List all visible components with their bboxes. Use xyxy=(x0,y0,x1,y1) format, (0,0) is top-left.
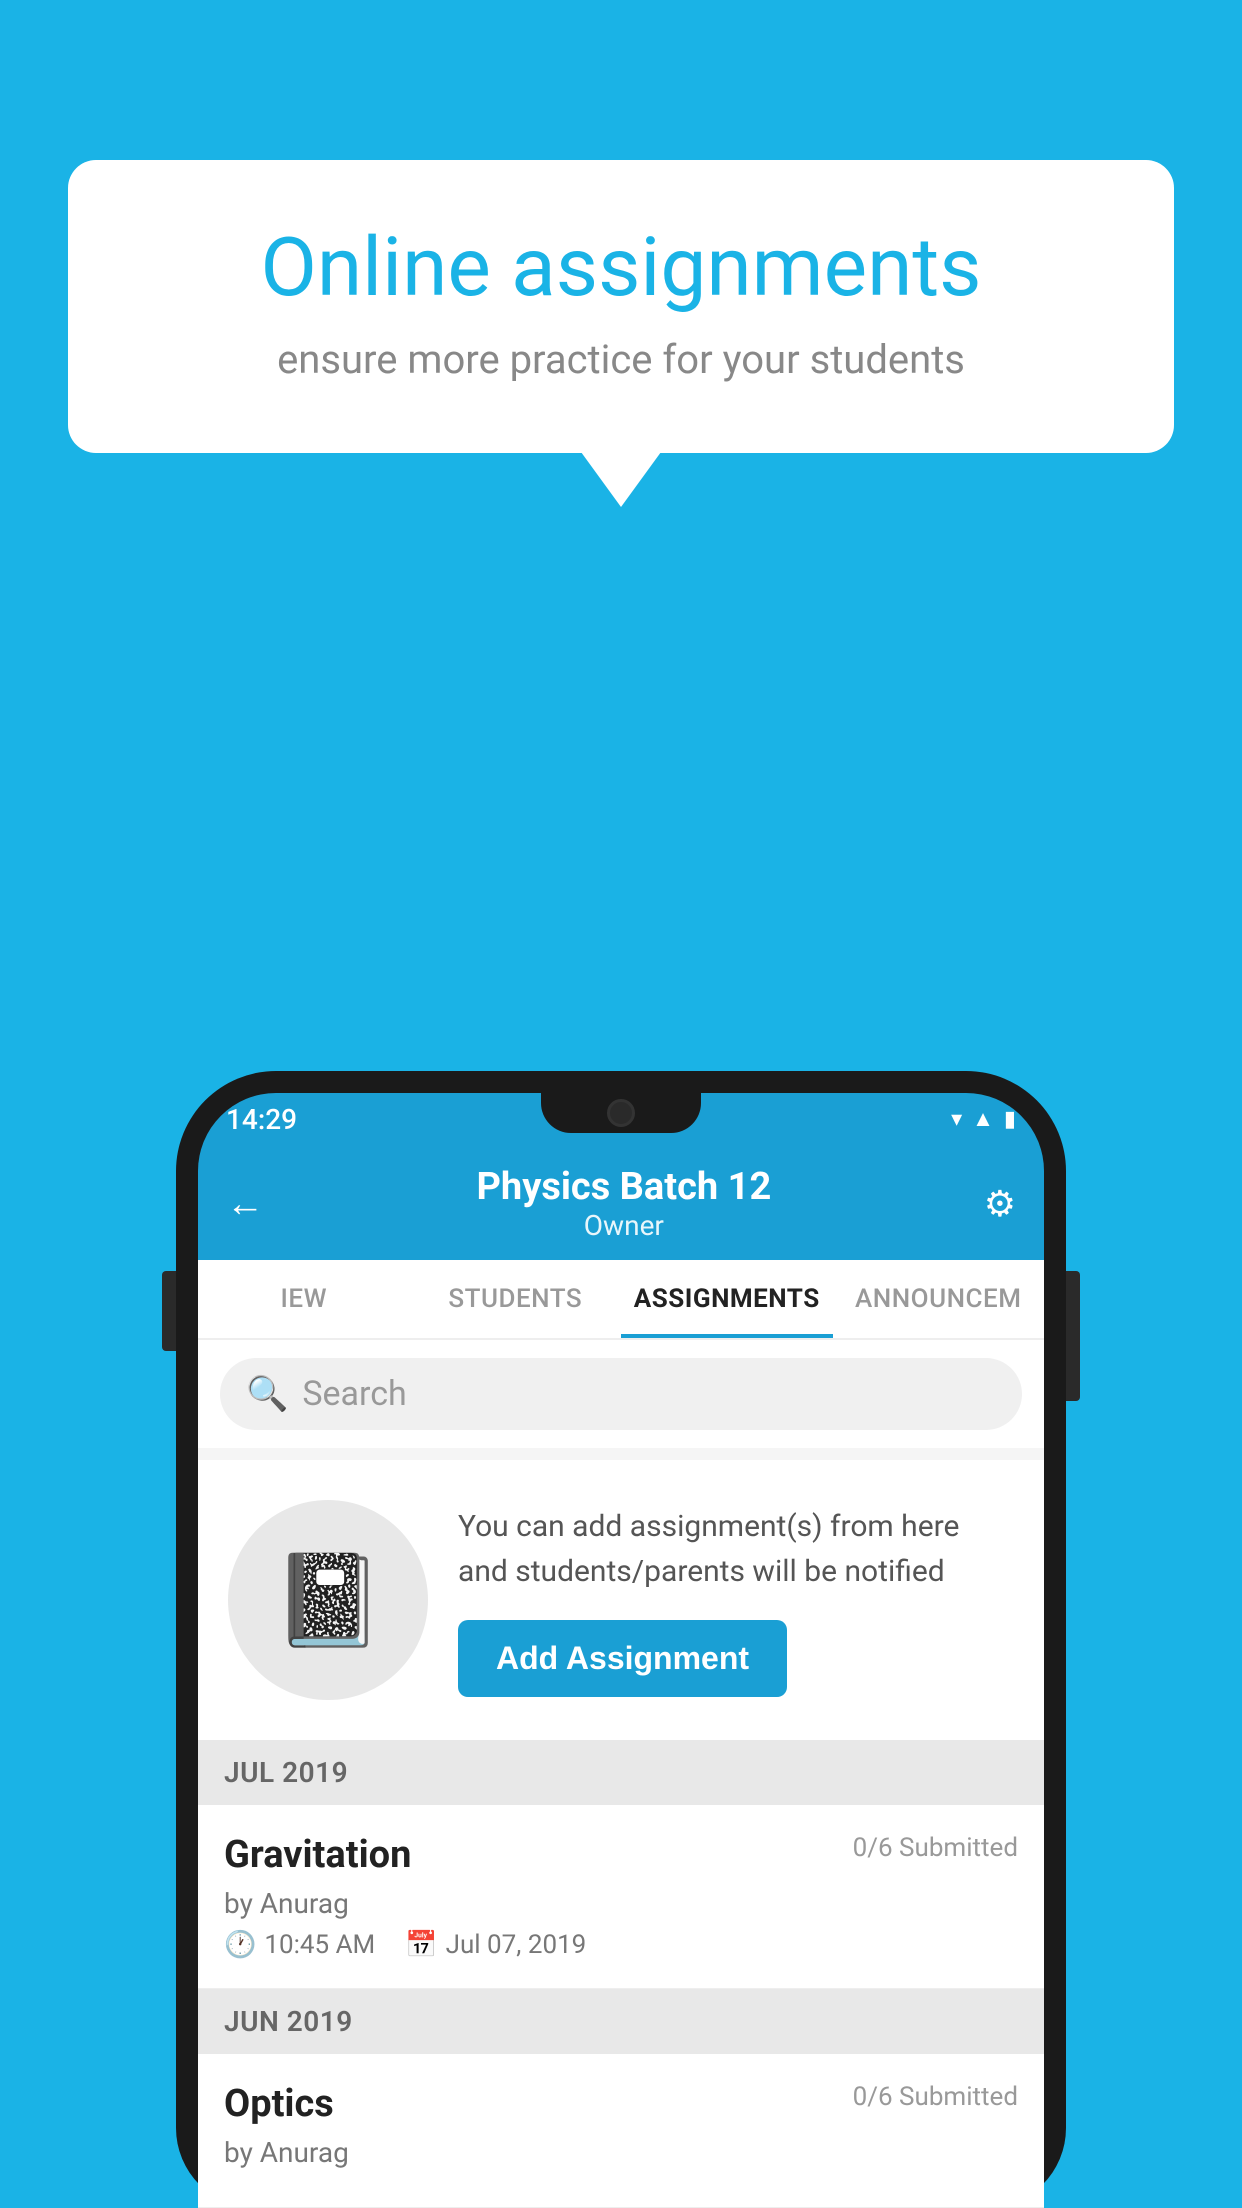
assignment-time-value: 10:45 AM xyxy=(264,1930,375,1960)
clock-icon: 🕐 xyxy=(224,1930,256,1960)
phone-screen: 14:29 ▾ ▲ ▮ ← Physics Batch 12 Owner ⚙ I… xyxy=(198,1093,1044,2208)
assignment-by-optics: by Anurag xyxy=(224,2136,1018,2169)
assignment-submitted-gravitation: 0/6 Submitted xyxy=(853,1833,1018,1863)
tab-assignments[interactable]: ASSIGNMENTS xyxy=(621,1260,833,1338)
settings-button[interactable]: ⚙ xyxy=(984,1183,1016,1225)
add-assignment-button[interactable]: Add Assignment xyxy=(458,1620,787,1697)
assignment-item-optics[interactable]: Optics 0/6 Submitted by Anurag xyxy=(198,2054,1044,2208)
assignment-info: You can add assignment(s) from here and … xyxy=(458,1504,1014,1697)
screen-content: 🔍 Search 📓 You can add assignment(s) fro… xyxy=(198,1340,1044,2208)
search-bar[interactable]: 🔍 Search xyxy=(220,1358,1022,1430)
tab-iew[interactable]: IEW xyxy=(198,1260,410,1338)
bubble-subtitle: ensure more practice for your students xyxy=(138,336,1104,383)
search-placeholder: Search xyxy=(302,1374,406,1414)
assignment-time: 🕐 10:45 AM xyxy=(224,1930,375,1960)
tab-students[interactable]: STUDENTS xyxy=(410,1260,622,1338)
wifi-icon: ▾ xyxy=(951,1107,962,1132)
app-header: ← Physics Batch 12 Owner ⚙ xyxy=(198,1145,1044,1260)
phone-camera xyxy=(607,1099,635,1127)
battery-icon: ▮ xyxy=(1004,1107,1016,1132)
phone-device: 14:29 ▾ ▲ ▮ ← Physics Batch 12 Owner ⚙ I… xyxy=(176,1071,1066,2208)
phone-notch xyxy=(541,1093,701,1133)
assignment-item-gravitation[interactable]: Gravitation 0/6 Submitted by Anurag 🕐 10… xyxy=(198,1805,1044,1989)
header-center: Physics Batch 12 Owner xyxy=(476,1165,771,1242)
status-time: 14:29 xyxy=(226,1103,297,1136)
assignment-icon-circle: 📓 xyxy=(228,1500,428,1700)
calendar-icon: 📅 xyxy=(405,1930,437,1960)
assignment-item-top: Gravitation 0/6 Submitted xyxy=(224,1833,1018,1877)
assignment-name-gravitation: Gravitation xyxy=(224,1833,411,1877)
assignment-item-top-optics: Optics 0/6 Submitted xyxy=(224,2082,1018,2126)
assignment-submitted-optics: 0/6 Submitted xyxy=(853,2082,1018,2112)
power-button xyxy=(1066,1271,1080,1401)
tab-announcements[interactable]: ANNOUNCEM xyxy=(833,1260,1045,1338)
search-bar-container: 🔍 Search xyxy=(198,1340,1044,1448)
speech-bubble: Online assignments ensure more practice … xyxy=(68,160,1174,453)
assignment-name-optics: Optics xyxy=(224,2082,334,2126)
signal-icon: ▲ xyxy=(972,1106,994,1132)
assignment-date-value: Jul 07, 2019 xyxy=(446,1930,587,1960)
search-icon: 🔍 xyxy=(246,1374,288,1414)
month-header-jun: JUN 2019 xyxy=(198,1989,1044,2054)
assignment-meta-gravitation: 🕐 10:45 AM 📅 Jul 07, 2019 xyxy=(224,1930,1018,1960)
assignment-by-gravitation: by Anurag xyxy=(224,1887,1018,1920)
volume-button xyxy=(162,1271,176,1351)
month-header-jul: JUL 2019 xyxy=(198,1740,1044,1805)
header-subtitle: Owner xyxy=(476,1209,771,1242)
header-title: Physics Batch 12 xyxy=(476,1165,771,1209)
status-icons: ▾ ▲ ▮ xyxy=(951,1106,1016,1132)
tabs-bar: IEW STUDENTS ASSIGNMENTS ANNOUNCEM xyxy=(198,1260,1044,1340)
assignment-info-text: You can add assignment(s) from here and … xyxy=(458,1504,1014,1594)
assignment-date: 📅 Jul 07, 2019 xyxy=(405,1930,586,1960)
notebook-icon: 📓 xyxy=(272,1548,384,1653)
back-button[interactable]: ← xyxy=(226,1182,264,1226)
add-assignment-section: 📓 You can add assignment(s) from here an… xyxy=(198,1460,1044,1740)
bubble-title: Online assignments xyxy=(138,220,1104,316)
